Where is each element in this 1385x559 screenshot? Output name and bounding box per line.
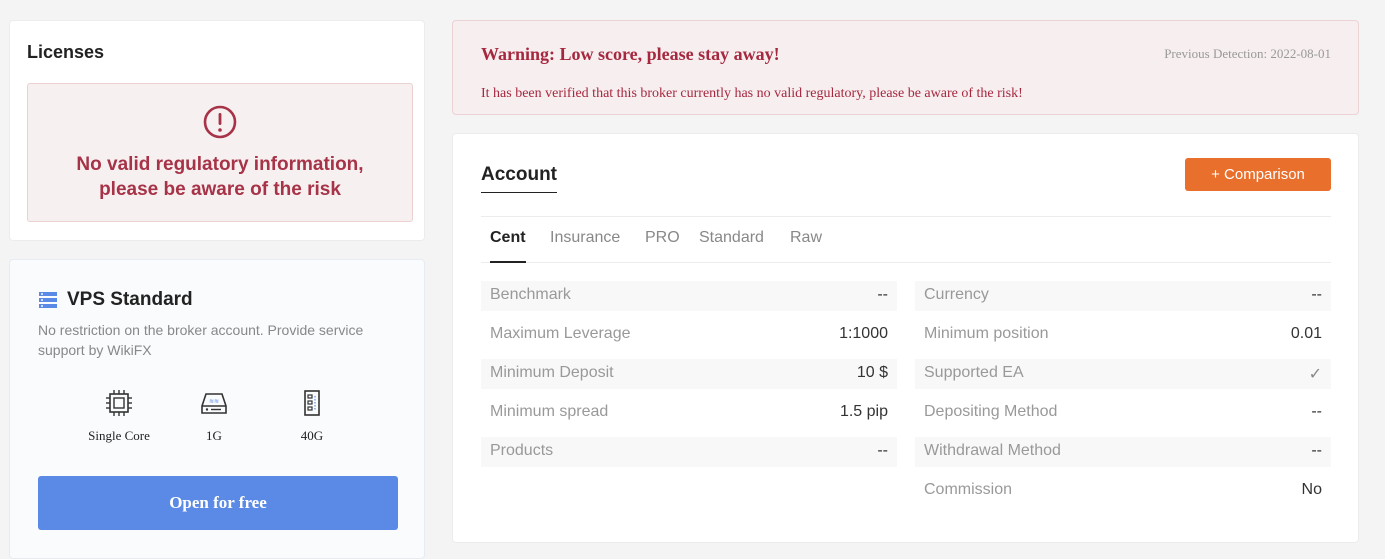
account-card: Account + Comparison Cent Insurance PRO … <box>452 133 1359 543</box>
spec-row-min-spread: Minimum spread 1.5 pip <box>490 403 888 420</box>
spec-cpu: Single Core <box>74 388 164 444</box>
tab-pro[interactable]: PRO <box>645 229 680 263</box>
spec-row-max-leverage: Maximum Leverage 1:1000 <box>490 325 888 342</box>
warning-title: Warning: Low score, please stay away! <box>481 44 780 64</box>
check-icon: ✓ <box>1308 366 1322 383</box>
spec-row-min-deposit: Minimum Deposit 10 $ <box>481 359 897 389</box>
no-license-message: No valid regulatory information, please … <box>76 154 364 200</box>
spec-memory-label: 1G <box>206 428 222 443</box>
vps-specs: Single Core ≋≋ 1G 40G <box>10 388 424 458</box>
spec-row-min-position: Minimum position 0.01 <box>924 325 1322 342</box>
spec-row-benchmark: Benchmark -- <box>481 281 897 311</box>
spec-row-depositing-method: Depositing Method -- <box>924 403 1322 420</box>
account-tabs: Cent Insurance PRO Standard Raw <box>481 229 1331 263</box>
tab-raw[interactable]: Raw <box>790 229 822 263</box>
tab-insurance[interactable]: Insurance <box>550 229 620 263</box>
spec-storage-label: 40G <box>300 428 324 443</box>
spec-row-commission: Commission No <box>924 481 1322 498</box>
spec-memory: ≋≋ 1G <box>169 388 259 444</box>
cpu-icon <box>106 390 132 416</box>
svg-text:≋≋: ≋≋ <box>209 398 219 405</box>
spec-storage: 40G <box>267 388 357 444</box>
licenses-card: Licenses No valid regulatory information… <box>9 20 425 241</box>
vps-description: No restriction on the broker account. Pr… <box>38 322 364 358</box>
spec-row-supported-ea: Supported EA ✓ <box>915 359 1331 389</box>
open-for-free-button[interactable]: Open for free <box>38 476 398 530</box>
spec-row-currency: Currency -- <box>915 281 1331 311</box>
tab-standard[interactable]: Standard <box>699 229 764 263</box>
account-title: Account <box>481 164 557 193</box>
tab-cent[interactable]: Cent <box>490 229 526 263</box>
vps-header: VPS Standard <box>38 289 193 311</box>
account-specs-right: Currency -- Minimum position 0.01 Suppor… <box>915 281 1331 515</box>
vps-card: VPS Standard No restriction on the broke… <box>9 259 425 559</box>
server-icon <box>39 292 57 308</box>
warning-message: It has been verified that this broker cu… <box>481 86 1023 101</box>
vps-title: VPS Standard <box>67 289 193 310</box>
divider <box>481 216 1331 217</box>
memory-icon: ≋≋ <box>201 393 227 414</box>
exclamation-circle-icon <box>203 105 237 139</box>
spec-cpu-label: Single Core <box>88 428 150 443</box>
licenses-title: Licenses <box>27 42 105 62</box>
previous-detection: Previous Detection: 2022-08-01 <box>1164 46 1331 61</box>
storage-icon <box>304 390 320 416</box>
spec-row-products: Products -- <box>481 437 897 467</box>
account-specs-left: Benchmark -- Maximum Leverage 1:1000 Min… <box>481 281 897 476</box>
warning-banner: Warning: Low score, please stay away! Pr… <box>452 20 1359 115</box>
spec-row-withdrawal-method: Withdrawal Method -- <box>915 437 1331 467</box>
comparison-button[interactable]: + Comparison <box>1185 158 1331 191</box>
no-license-alert: No valid regulatory information, please … <box>27 83 413 222</box>
